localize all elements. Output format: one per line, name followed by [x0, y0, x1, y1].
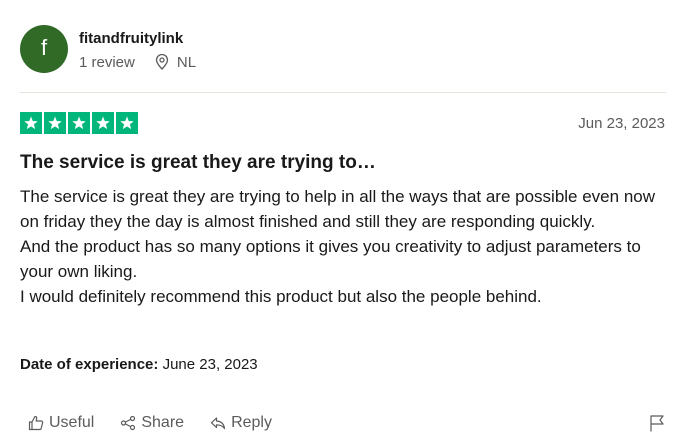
- star-icon: [92, 112, 114, 134]
- review-title[interactable]: The service is great they are trying to…: [20, 151, 376, 175]
- review-paragraph: And the product has so many options it g…: [20, 237, 641, 281]
- star-icon: [116, 112, 138, 134]
- date-of-experience: Date of experience: June 23, 2023: [20, 356, 258, 373]
- reply-label: Reply: [231, 414, 272, 431]
- review-date: Jun 23, 2023: [578, 115, 665, 132]
- reviewer-info: fitandfruitylink 1 review NL: [79, 28, 196, 71]
- reviewer-meta: 1 review NL: [79, 54, 196, 71]
- review-body: The service is great they are trying to …: [20, 184, 660, 309]
- experience-date: June 23, 2023: [162, 356, 258, 373]
- share-icon: [121, 415, 136, 431]
- experience-label: Date of experience:: [20, 356, 159, 373]
- thumbs-up-icon: [28, 415, 44, 431]
- location-pin-icon: [155, 54, 169, 70]
- review-actions: Useful Share Reply: [28, 414, 298, 432]
- share-label: Share: [141, 414, 185, 431]
- useful-button[interactable]: Useful: [28, 414, 94, 432]
- avatar[interactable]: f: [20, 25, 68, 73]
- reviewer-name[interactable]: fitandfruitylink: [79, 30, 196, 48]
- star-rating: [20, 112, 140, 134]
- reply-icon: [210, 417, 226, 430]
- star-icon: [44, 112, 66, 134]
- star-icon: [20, 112, 42, 134]
- share-button[interactable]: Share: [120, 414, 184, 432]
- star-icon: [68, 112, 90, 134]
- review-paragraph: I would definitely recommend this produc…: [20, 287, 542, 306]
- reviewer-location: NL: [176, 53, 197, 71]
- divider: [20, 92, 666, 93]
- useful-label: Useful: [49, 414, 95, 431]
- review-count: 1 review: [79, 53, 135, 71]
- flag-icon[interactable]: [649, 414, 665, 432]
- review-paragraph: The service is great they are trying to …: [20, 187, 656, 231]
- reviewer-header: f fitandfruitylink 1 review NL: [20, 24, 196, 74]
- reply-button[interactable]: Reply: [210, 414, 272, 432]
